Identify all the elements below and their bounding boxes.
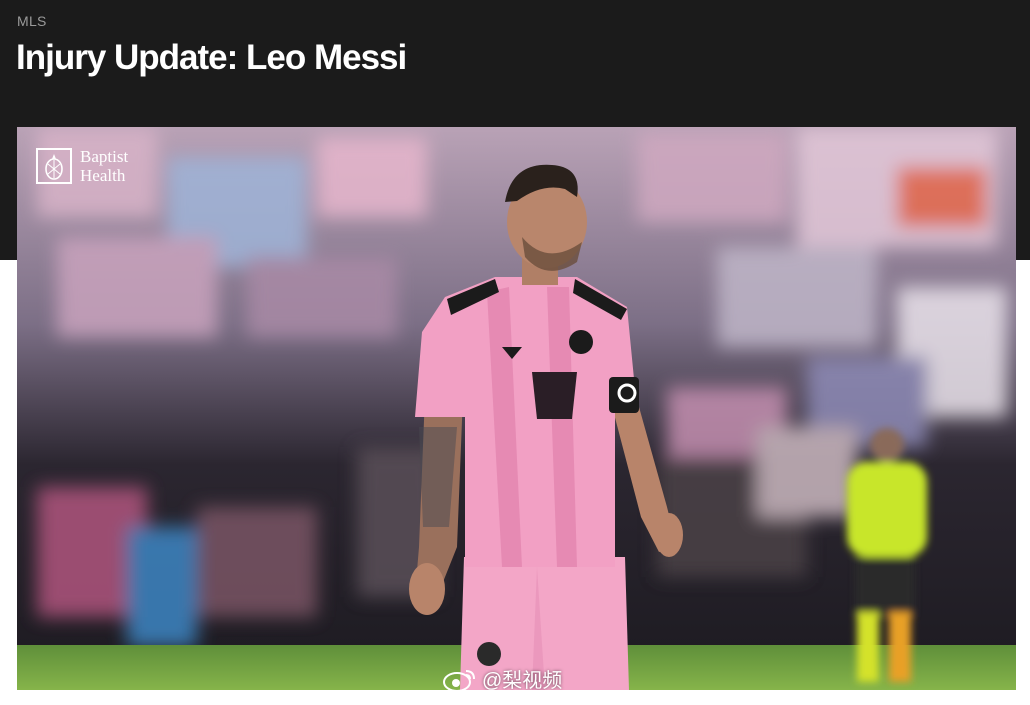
category-label[interactable]: MLS — [17, 13, 47, 29]
source-watermark: @梨视频 — [442, 664, 562, 690]
hero-image: Baptist Health @梨视频 — [17, 127, 1016, 690]
pineapple-logo-icon — [36, 148, 72, 184]
weibo-icon — [443, 669, 475, 690]
sponsor-name: Baptist Health — [80, 147, 129, 185]
hero-photo — [17, 127, 1016, 690]
watermark-text: @梨视频 — [482, 670, 563, 690]
article-title: Injury Update: Leo Messi — [16, 38, 407, 77]
sponsor-logo: Baptist Health — [36, 147, 150, 185]
